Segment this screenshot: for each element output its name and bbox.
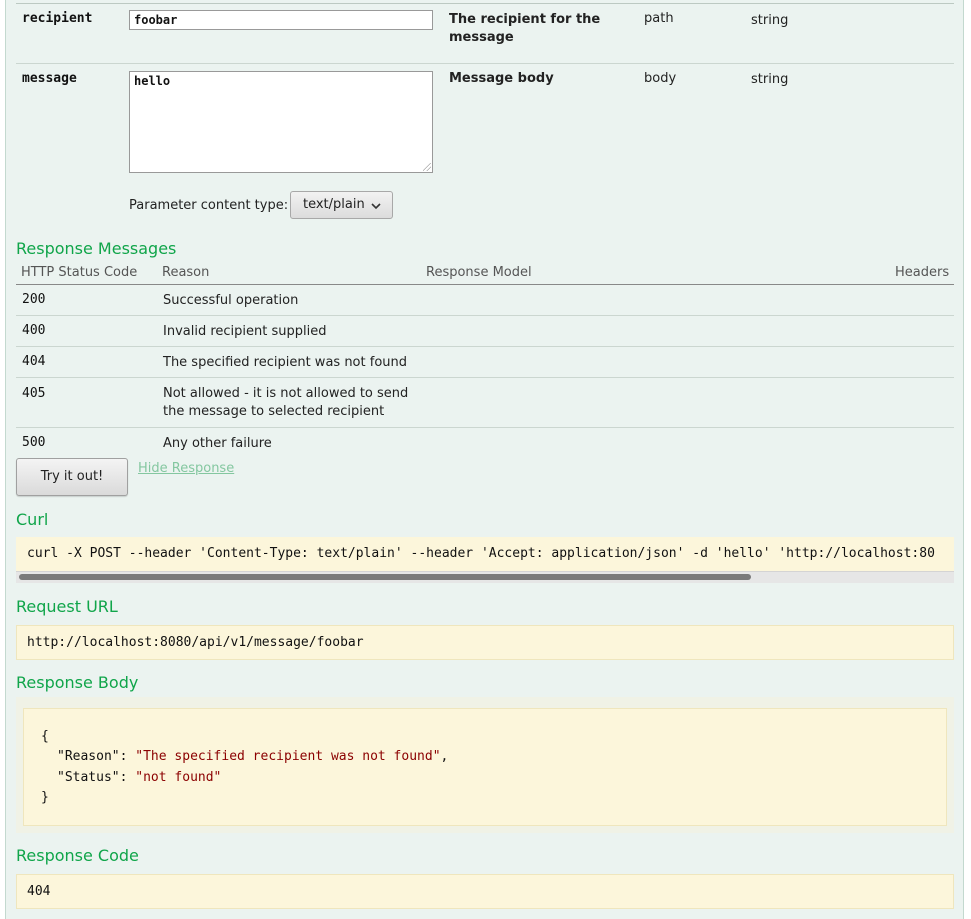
response-body-container: { "Reason": "The specified recipient was… bbox=[16, 697, 954, 833]
param-type-recipient: path bbox=[644, 11, 674, 26]
curl-command: curl -X POST --header 'Content-Type: tex… bbox=[27, 546, 935, 561]
curl-title: Curl bbox=[16, 510, 49, 529]
param-datatype-message: string bbox=[751, 72, 789, 87]
resize-grip-icon[interactable] bbox=[423, 163, 431, 171]
status-code-200: 200 bbox=[22, 292, 46, 307]
response-code-block: 404 bbox=[16, 874, 954, 909]
request-url-block: http://localhost:8080/api/v1/message/foo… bbox=[16, 625, 954, 660]
content-type-select[interactable]: text/plain bbox=[290, 191, 393, 219]
column-header-reason: Reason bbox=[162, 265, 210, 280]
table-row-divider bbox=[16, 346, 954, 347]
table-header-divider bbox=[16, 284, 954, 285]
response-code-title: Response Code bbox=[16, 846, 139, 865]
json-close-brace: } bbox=[41, 790, 49, 805]
column-header-status-code: HTTP Status Code bbox=[21, 265, 138, 280]
divider bbox=[16, 63, 954, 64]
curl-block: curl -X POST --header 'Content-Type: tex… bbox=[16, 537, 954, 583]
status-code-404: 404 bbox=[22, 354, 46, 369]
horizontal-scrollbar[interactable] bbox=[16, 571, 954, 583]
reason-400: Invalid recipient supplied bbox=[163, 324, 327, 339]
hide-response-link[interactable]: Hide Response bbox=[138, 461, 234, 476]
request-url-title: Request URL bbox=[16, 597, 118, 616]
message-textarea-wrap: hello bbox=[129, 71, 433, 173]
json-key: "Reason" bbox=[57, 749, 120, 764]
json-status-line: "Status": "not found" bbox=[57, 770, 222, 785]
divider bbox=[16, 3, 954, 4]
reason-404: The specified recipient was not found bbox=[163, 355, 407, 370]
column-header-response-model: Response Model bbox=[426, 265, 532, 280]
json-string: "The specified recipient was not found" bbox=[135, 749, 441, 764]
chevron-down-icon bbox=[371, 203, 381, 210]
status-code-400: 400 bbox=[22, 323, 46, 338]
param-description-recipient: The recipient for the message bbox=[449, 12, 601, 45]
response-body-block: { "Reason": "The specified recipient was… bbox=[23, 708, 947, 826]
status-code-405: 405 bbox=[22, 386, 46, 401]
json-open-brace: { bbox=[41, 729, 49, 744]
response-code-value: 404 bbox=[27, 884, 51, 899]
recipient-input[interactable] bbox=[129, 10, 433, 30]
reason-405-line1: Not allowed - it is not allowed to send bbox=[163, 386, 409, 401]
reason-405-line2: the message to selected recipient bbox=[163, 404, 385, 419]
param-datatype-recipient: string bbox=[751, 13, 789, 28]
table-row-divider bbox=[16, 315, 954, 316]
content-type-value: text/plain bbox=[303, 197, 365, 212]
table-row-divider bbox=[16, 377, 954, 378]
json-string: "not found" bbox=[135, 770, 222, 785]
response-body-title: Response Body bbox=[16, 673, 139, 692]
param-name-recipient: recipient bbox=[22, 11, 93, 26]
request-url-value: http://localhost:8080/api/v1/message/foo… bbox=[27, 635, 364, 650]
param-name-message: message bbox=[22, 71, 77, 86]
column-header-headers: Headers bbox=[895, 265, 950, 280]
try-it-out-button[interactable]: Try it out! bbox=[16, 458, 128, 496]
param-description-message: Message body bbox=[449, 71, 554, 86]
json-key: "Status" bbox=[57, 770, 120, 785]
status-code-500: 500 bbox=[22, 435, 46, 450]
content-type-label: Parameter content type: bbox=[129, 198, 289, 213]
message-textarea[interactable]: hello bbox=[129, 71, 433, 173]
reason-500: Any other failure bbox=[163, 436, 272, 451]
reason-200: Successful operation bbox=[163, 293, 299, 308]
table-row-divider bbox=[16, 427, 954, 428]
response-messages-title: Response Messages bbox=[16, 239, 177, 258]
param-type-message: body bbox=[644, 71, 677, 86]
scrollbar-thumb[interactable] bbox=[19, 574, 751, 580]
json-reason-line: "Reason": "The specified recipient was n… bbox=[57, 749, 449, 764]
